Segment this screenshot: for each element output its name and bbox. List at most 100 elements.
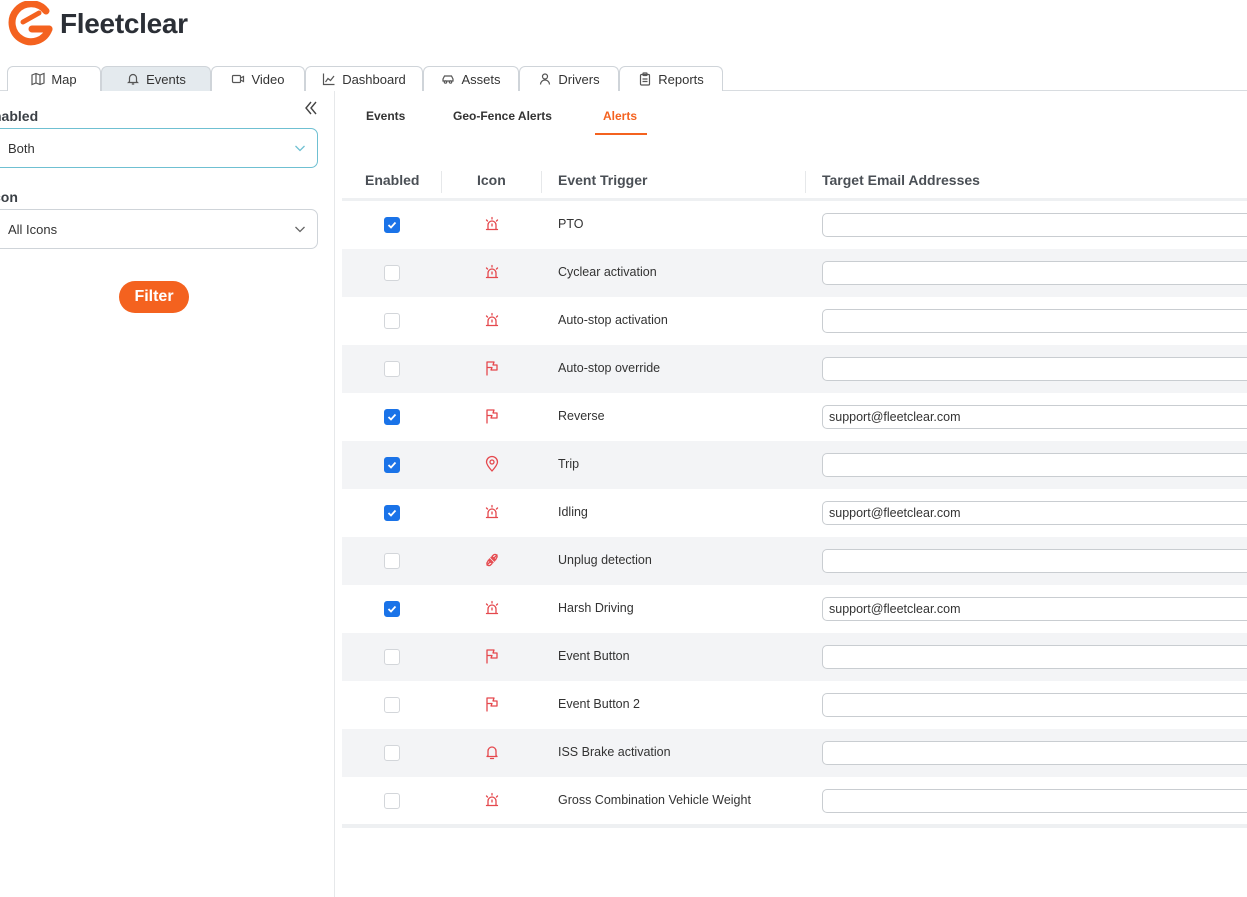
header-divider (441, 171, 442, 193)
table-row: Event Button (342, 633, 1247, 681)
map-icon (31, 72, 45, 86)
enabled-filter-label: nabled (0, 108, 39, 124)
alarm-icon (483, 215, 501, 233)
alarm-icon (483, 311, 501, 329)
header-enabled: Enabled (365, 172, 420, 188)
enabled-checkbox[interactable] (384, 505, 400, 521)
enabled-checkbox[interactable] (384, 217, 400, 233)
table-bottom-border (342, 824, 1247, 828)
double-chevron-left-icon (305, 101, 317, 115)
brand-name: Fleetclear (60, 8, 188, 39)
alerts-content: Events Geo-Fence Alerts Alerts Enabled I… (336, 91, 1247, 897)
chevron-down-icon (295, 226, 305, 233)
subtab-alerts[interactable]: Alerts (603, 109, 637, 123)
checkmark-icon (387, 605, 397, 613)
flag-icon (483, 695, 501, 713)
event-trigger-label: Reverse (558, 409, 605, 423)
subtab-geo-fence-alerts[interactable]: Geo-Fence Alerts (453, 109, 552, 123)
checkmark-icon (387, 461, 397, 469)
checkmark-icon (387, 509, 397, 517)
tab-events[interactable]: Events (101, 66, 211, 91)
subtab-events[interactable]: Events (366, 109, 405, 123)
event-trigger-label: PTO (558, 217, 584, 231)
event-trigger-label: Event Button (558, 649, 630, 663)
target-email-input[interactable] (822, 693, 1247, 717)
target-email-input[interactable]: support@fleetclear.com (822, 597, 1247, 621)
brand-logo: Fleetclear (6, 1, 188, 47)
header-icon: Icon (477, 172, 506, 188)
map-pin-icon (483, 455, 501, 473)
icon-filter-select[interactable]: All Icons (0, 209, 318, 249)
enabled-checkbox[interactable] (384, 601, 400, 617)
target-email-input[interactable] (822, 453, 1247, 477)
table-row: Harsh Driving support@fleetclear.com (342, 585, 1247, 633)
bell-icon (126, 72, 140, 86)
event-trigger-label: Auto-stop activation (558, 313, 668, 327)
enabled-checkbox[interactable] (384, 457, 400, 473)
enabled-checkbox[interactable] (384, 553, 400, 569)
icon-filter-label: con (0, 189, 18, 205)
event-trigger-label: Harsh Driving (558, 601, 634, 615)
clipboard-icon (638, 72, 652, 86)
header-divider (805, 171, 806, 193)
enabled-checkbox[interactable] (384, 313, 400, 329)
table-row: Auto-stop activation (342, 297, 1247, 345)
event-trigger-label: Event Button 2 (558, 697, 641, 711)
target-email-input[interactable] (822, 549, 1247, 573)
event-trigger-label: Trip (558, 457, 580, 471)
enabled-checkbox[interactable] (384, 793, 400, 809)
event-trigger-label: Cyclear activation (558, 265, 657, 279)
tab-drivers[interactable]: Drivers (519, 66, 619, 91)
tab-video[interactable]: Video (211, 66, 305, 91)
table-row: Reverse support@fleetclear.com (342, 393, 1247, 441)
flag-icon (483, 359, 501, 377)
tab-assets[interactable]: Assets (423, 66, 519, 91)
checkmark-icon (387, 221, 397, 229)
table-row: Trip (342, 441, 1247, 489)
flag-icon (483, 407, 501, 425)
target-email-input[interactable] (822, 789, 1247, 813)
enabled-checkbox[interactable] (384, 649, 400, 665)
target-email-input[interactable] (822, 645, 1247, 669)
table-row: Event Button 2 (342, 681, 1247, 729)
checkmark-icon (387, 413, 397, 421)
target-email-input[interactable]: support@fleetclear.com (822, 405, 1247, 429)
target-email-input[interactable] (822, 261, 1247, 285)
video-icon (231, 72, 245, 86)
target-email-input[interactable] (822, 309, 1247, 333)
alarm-icon (483, 791, 501, 809)
collapse-sidebar-button[interactable] (302, 99, 320, 117)
flag-icon (483, 647, 501, 665)
enabled-checkbox[interactable] (384, 745, 400, 761)
user-icon (538, 72, 552, 86)
tab-reports[interactable]: Reports (619, 66, 723, 91)
target-email-input[interactable] (822, 357, 1247, 381)
enabled-checkbox[interactable] (384, 265, 400, 281)
target-email-input[interactable] (822, 741, 1247, 765)
table-row: Cyclear activation (342, 249, 1247, 297)
enabled-checkbox[interactable] (384, 697, 400, 713)
event-trigger-label: ISS Brake activation (558, 745, 671, 759)
filter-button[interactable]: Filter (119, 281, 189, 313)
unplug-icon (483, 551, 501, 569)
enabled-filter-select[interactable]: Both (0, 128, 318, 168)
table-row: Gross Combination Vehicle Weight (342, 777, 1247, 825)
active-subtab-indicator (595, 133, 647, 135)
enabled-checkbox[interactable] (384, 361, 400, 377)
filter-sidebar: nabled Both con All Icons Filter (0, 91, 335, 897)
enabled-checkbox[interactable] (384, 409, 400, 425)
chevron-down-icon (295, 145, 305, 152)
car-icon (441, 72, 455, 86)
bell-icon (483, 743, 501, 761)
tab-dashboard[interactable]: Dashboard (305, 66, 423, 91)
event-trigger-label: Auto-stop override (558, 361, 661, 375)
tab-map[interactable]: Map (7, 66, 101, 91)
target-email-input[interactable]: support@fleetclear.com (822, 501, 1247, 525)
target-email-input[interactable] (822, 213, 1247, 237)
header-divider (541, 171, 542, 193)
alarm-icon (483, 503, 501, 521)
table-row: Unplug detection (342, 537, 1247, 585)
event-trigger-label: Idling (558, 505, 588, 519)
alarm-icon (483, 599, 501, 617)
header-target-email: Target Email Addresses (822, 172, 980, 188)
